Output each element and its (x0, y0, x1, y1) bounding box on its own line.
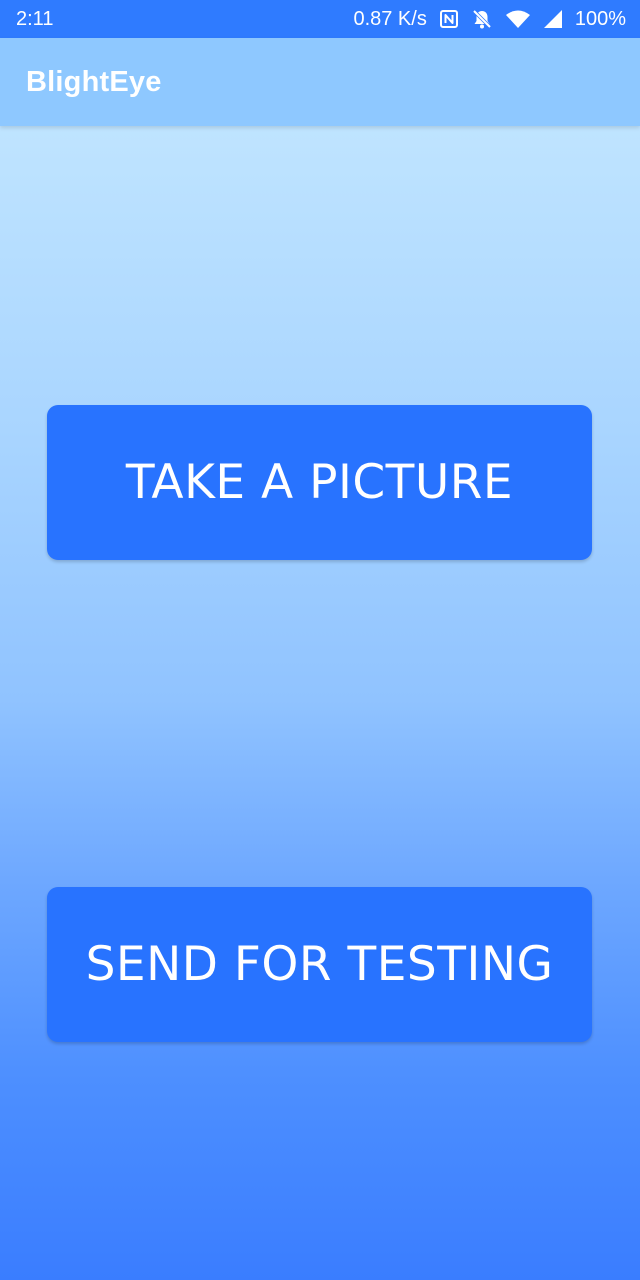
nfc-icon (439, 9, 459, 29)
notifications-off-icon (471, 8, 493, 30)
take-picture-button[interactable]: TAKE A PICTURE (47, 405, 592, 560)
battery-level: 100% (574, 7, 626, 30)
app-screen: 2:11 0.87 K/s 100% BlightEye TAKE A PICT… (0, 0, 640, 1280)
status-bar: 2:11 0.87 K/s 100% (0, 0, 640, 38)
network-speed: 0.87 K/s (353, 7, 427, 30)
wifi-icon (505, 9, 531, 29)
send-for-testing-button[interactable]: SEND FOR TESTING (47, 887, 592, 1042)
app-title: BlightEye (26, 65, 162, 98)
status-time: 2:11 (16, 7, 54, 30)
send-for-testing-label: SEND FOR TESTING (85, 937, 554, 992)
cell-signal-icon (543, 9, 563, 29)
take-picture-label: TAKE A PICTURE (125, 455, 514, 510)
app-bar: BlightEye (0, 38, 640, 126)
